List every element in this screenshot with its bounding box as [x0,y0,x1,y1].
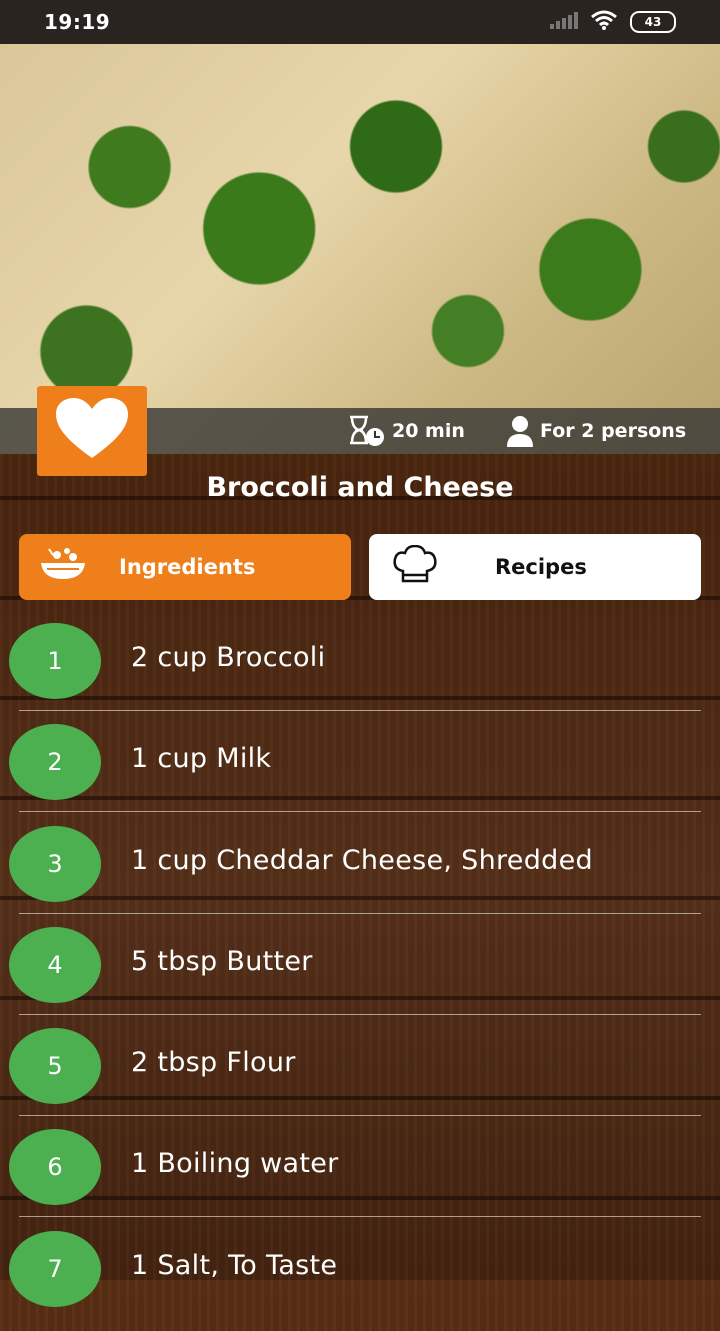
ingredient-text: 2 cup Broccoli [131,642,326,673]
list-item: 4 5 tbsp Butter [0,926,720,1027]
ingredient-number-badge: 2 [9,724,101,801]
heart-icon [54,396,130,466]
divider [19,1013,701,1015]
servings: For 2 persons [506,408,686,454]
recipe-title: Broccoli and Cheese [206,472,514,503]
ingredient-text: 1 Boiling water [131,1148,339,1180]
status-bar: 19:19 43 [0,0,720,44]
signal-icon [550,11,578,33]
status-time: 19:19 [44,10,111,34]
tab-recipes-label: Recipes [495,555,587,579]
favorite-button[interactable] [37,386,147,476]
wifi-icon [590,10,618,34]
hourglass-clock-icon [346,414,386,448]
cook-time-label: 20 min [392,420,465,442]
divider [19,1216,701,1218]
divider [19,912,701,914]
servings-label: For 2 persons [540,420,687,442]
ingredient-text: 1 cup Cheddar Cheese, Shredded [131,844,593,876]
ingredient-number-badge: 5 [9,1028,101,1105]
tab-recipes[interactable]: Recipes [369,534,701,600]
person-icon [506,414,534,448]
ingredient-number-badge: 7 [9,1230,101,1307]
ingredient-text: 1 Salt, To Taste [131,1249,338,1281]
list-item: 1 2 cup Broccoli [0,622,720,723]
divider [19,811,701,813]
ingredient-number-badge: 3 [9,825,101,902]
list-item: 5 2 tbsp Flour [0,1027,720,1128]
salad-bowl-icon [39,545,87,590]
list-item: 3 1 cup Cheddar Cheese, Shredded [0,825,720,926]
chef-hat-icon [391,544,439,590]
ingredient-number-badge: 1 [9,623,101,699]
status-icons: 43 [550,10,676,34]
ingredient-number-badge: 6 [9,1129,101,1206]
cook-time: 20 min [346,408,465,454]
ingredient-list: 1 2 cup Broccoli 2 1 cup Milk 3 1 cup Ch… [0,622,720,1331]
list-item: 2 1 cup Milk [0,723,720,824]
list-item: 7 1 Salt, To Taste [0,1230,720,1331]
ingredient-number-badge: 4 [9,926,101,1003]
tab-ingredients-label: Ingredients [119,555,256,579]
divider [19,1115,701,1117]
battery-indicator: 43 [630,11,676,33]
divider [19,710,701,711]
list-item: 6 1 Boiling water [0,1128,720,1229]
ingredient-text: 2 tbsp Flour [131,1047,296,1079]
ingredient-text: 5 tbsp Butter [131,945,313,977]
tab-ingredients[interactable]: Ingredients [19,534,351,600]
ingredient-text: 1 cup Milk [131,743,272,775]
